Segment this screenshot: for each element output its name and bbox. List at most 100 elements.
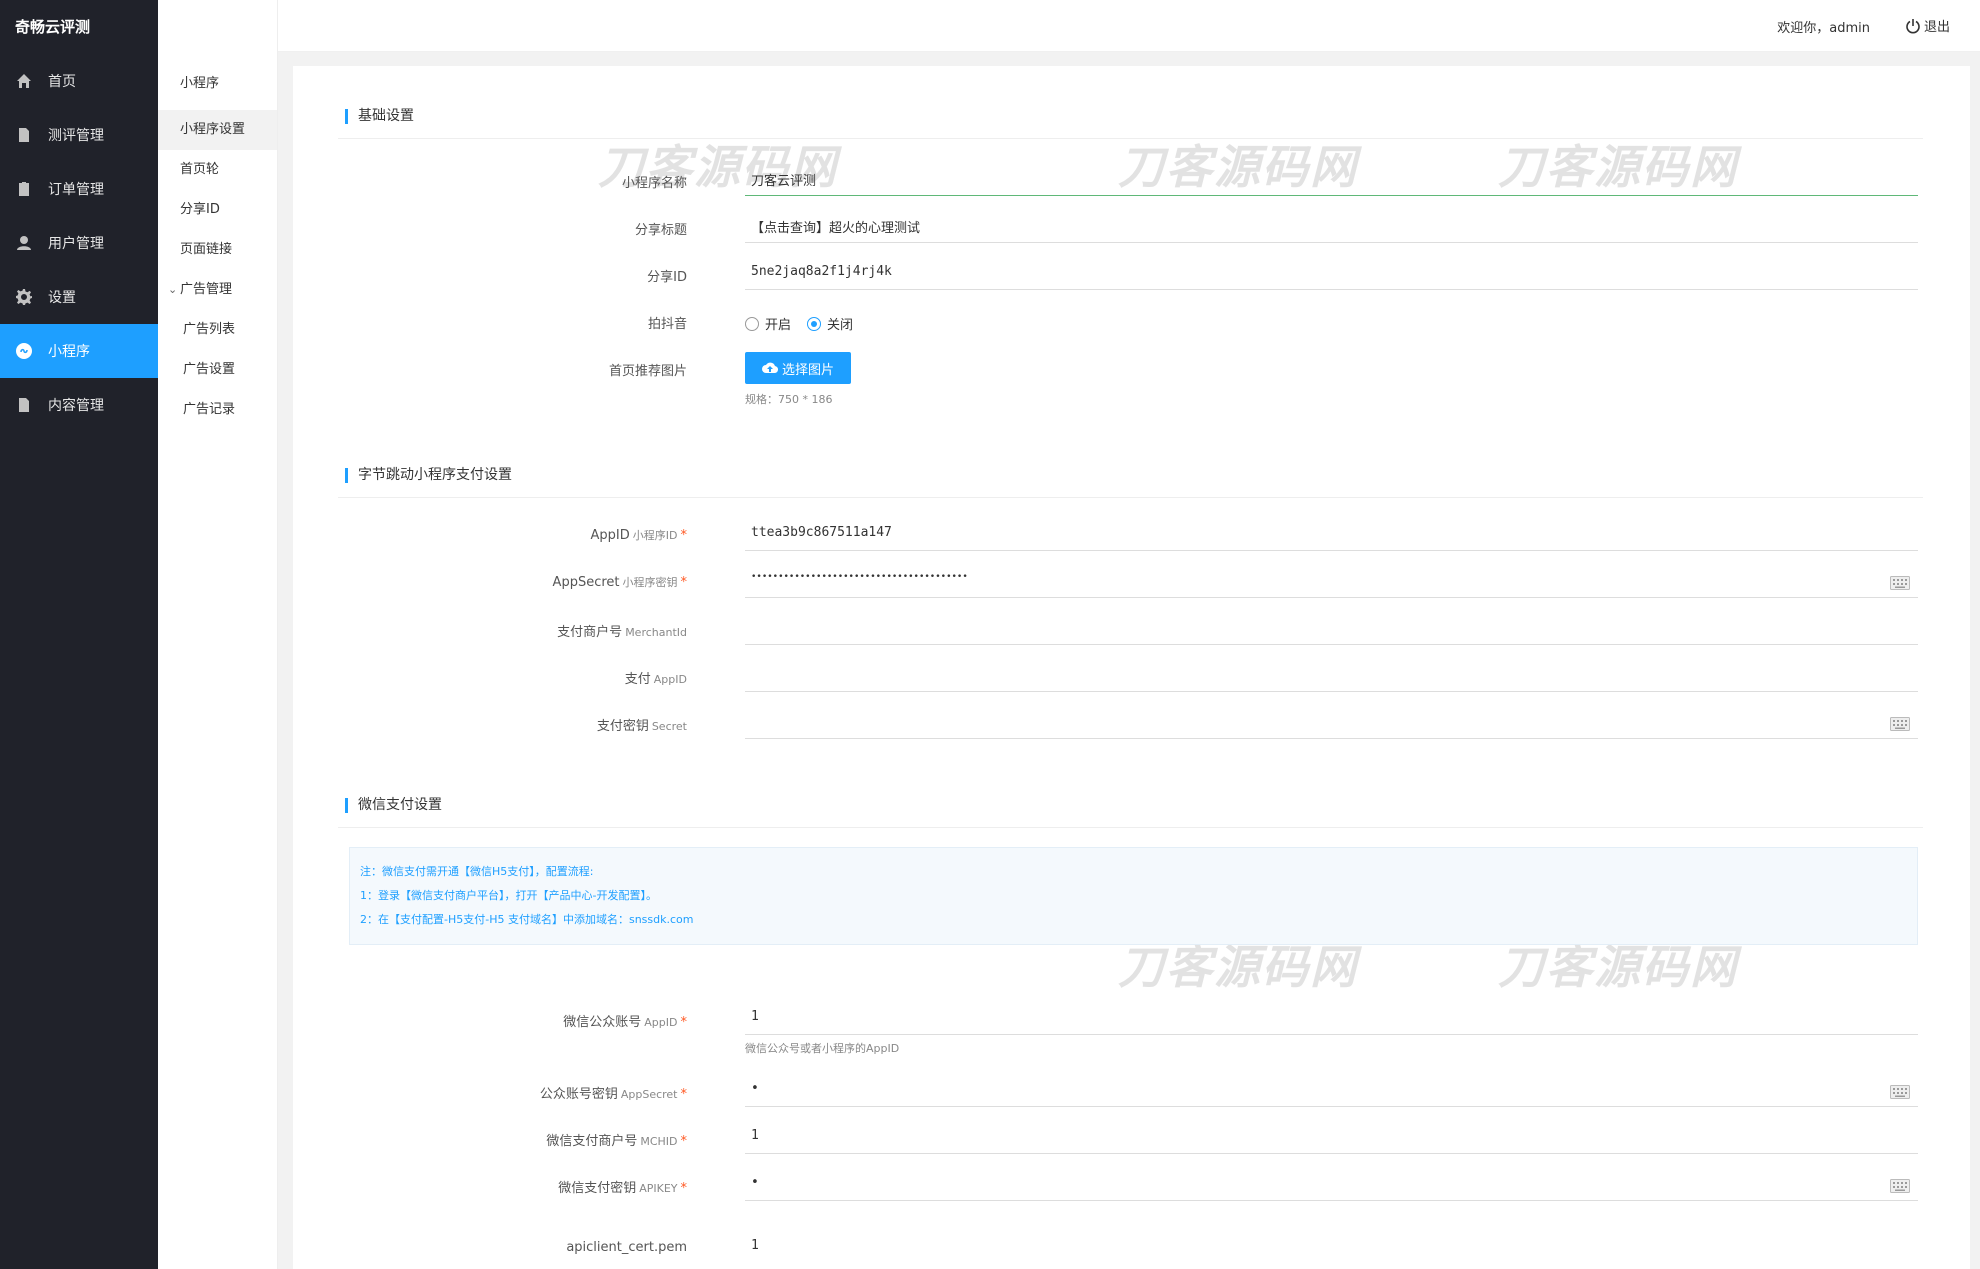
form-row-name: 小程序名称 刀客云评测 bbox=[293, 160, 1970, 200]
home-icon bbox=[16, 73, 32, 89]
divider bbox=[338, 138, 1923, 139]
field-label: 微信公众账号 AppID * bbox=[563, 1015, 687, 1030]
wx-appid-input[interactable]: 1 bbox=[745, 1003, 1918, 1035]
subnav-group-ads[interactable]: ⌄ 广告管理 bbox=[158, 270, 277, 310]
nav-item-users[interactable]: 用户管理 bbox=[0, 216, 158, 270]
subnav-item-miniprogram-settings[interactable]: 小程序设置 bbox=[158, 110, 277, 150]
form-row-image: 首页推荐图片 选择图片 bbox=[293, 352, 1970, 392]
field-label: 小程序名称 bbox=[621, 176, 687, 191]
field-label: 分享标题 bbox=[634, 223, 687, 238]
form-row-wx-appid: 微信公众账号 AppID * 1 bbox=[293, 999, 1970, 1039]
section-title-wechat: 微信支付设置 bbox=[345, 798, 442, 813]
nav-label: 小程序 bbox=[48, 344, 90, 360]
field-label: 公众账号密钥 AppSecret * bbox=[539, 1087, 687, 1102]
share-title-input[interactable]: 【点击查询】超火的心理测试 bbox=[745, 211, 1918, 243]
form-row-wx-apikey: 微信支付密钥 APIKEY * • bbox=[293, 1165, 1970, 1205]
section-title-basic: 基础设置 bbox=[345, 109, 414, 124]
top-header: 欢迎你，admin 退出 bbox=[158, 0, 1980, 52]
subnav-item-carousel[interactable]: 首页轮 bbox=[158, 150, 277, 190]
field-label: AppSecret 小程序密钥 * bbox=[552, 575, 687, 590]
radio-label: 开启 bbox=[765, 318, 792, 333]
divider bbox=[338, 497, 1923, 498]
notice-line: 注：微信支付需开通【微信H5支付】，配置流程: bbox=[360, 865, 594, 878]
field-label: 支付 AppID bbox=[624, 672, 687, 687]
form-row-douyin: 拍抖音 开启 关闭 bbox=[293, 301, 1970, 341]
keyboard-icon[interactable] bbox=[1890, 1179, 1910, 1193]
image-size-hint: 规格：750 * 186 bbox=[745, 393, 833, 406]
douyin-radio-group: 开启 关闭 bbox=[745, 314, 869, 333]
bd-secret-input[interactable]: •••••••••••••••••••••••••••••••••••••••• bbox=[745, 566, 1918, 598]
douyin-off-radio[interactable] bbox=[807, 316, 822, 331]
share-id-input[interactable]: 5ne2jaq8a2f1j4rj4k bbox=[745, 258, 1918, 290]
field-label: 拍抖音 bbox=[647, 317, 687, 332]
nav-item-settings[interactable]: 设置 bbox=[0, 270, 158, 324]
subnav-item-ad-list[interactable]: 广告列表 bbox=[158, 310, 277, 350]
wx-appid-hint: 微信公众号或者小程序的AppID bbox=[745, 1042, 900, 1055]
keyboard-icon[interactable] bbox=[1890, 576, 1910, 590]
cert-input[interactable]: 1 bbox=[745, 1232, 1918, 1264]
form-row-cert: apiclient_cert.pem 1 bbox=[293, 1228, 1970, 1268]
select-image-button[interactable]: 选择图片 bbox=[745, 352, 851, 384]
keyboard-icon[interactable] bbox=[1890, 1085, 1910, 1099]
cloud-upload-icon bbox=[761, 362, 778, 374]
form-row-bd-pay-appid: 支付 AppID bbox=[293, 656, 1970, 696]
field-label: AppID 小程序ID * bbox=[590, 528, 687, 543]
form-row-bd-merchant: 支付商户号 MerchantId bbox=[293, 609, 1970, 649]
user-icon bbox=[16, 235, 32, 251]
field-label: 分享ID bbox=[647, 270, 687, 285]
sub-sidebar: 小程序 小程序设置 首页轮 分享ID 页面链接 ⌄ 广告管理 广告列表 广告设置 … bbox=[158, 0, 278, 1269]
logout-button[interactable]: 退出 bbox=[1905, 16, 1950, 35]
subnav-group-label: 广告管理 bbox=[180, 282, 233, 297]
subnav-item-page-links[interactable]: 页面链接 bbox=[158, 230, 277, 270]
wx-mchid-input[interactable]: 1 bbox=[745, 1122, 1918, 1154]
bd-appid-input[interactable]: ttea3b9c867511a147 bbox=[745, 519, 1918, 551]
douyin-on-radio[interactable] bbox=[745, 316, 759, 331]
nav-item-evaluation[interactable]: 测评管理 bbox=[0, 108, 158, 162]
power-icon bbox=[1906, 18, 1920, 33]
wechat-notice-box: 注：微信支付需开通【微信H5支付】，配置流程: 1：登录【微信支付商户平台】，打… bbox=[349, 847, 1918, 945]
miniprogram-name-input[interactable]: 刀客云评测 bbox=[745, 164, 1918, 196]
form-row-wx-mchid: 微信支付商户号 MCHID * 1 bbox=[293, 1118, 1970, 1158]
wx-secret-input[interactable]: • bbox=[745, 1075, 1918, 1107]
main-sidebar: 奇畅云评测 首页 测评管理 订单管理 用户管理 设置 小程序 内容管理 bbox=[0, 0, 158, 1269]
keyboard-icon[interactable] bbox=[1890, 717, 1910, 731]
section-title-bytedance: 字节跳动小程序支付设置 bbox=[345, 468, 512, 483]
chevron-down-icon: ⌄ bbox=[168, 283, 178, 296]
settings-form-card: 刀客源码网 刀客源码网 刀客源码网 刀客源码网 刀客源码网 基础设置 小程序名称… bbox=[293, 66, 1970, 1269]
subnav-item-share-id[interactable]: 分享ID bbox=[158, 190, 277, 230]
nav-label: 首页 bbox=[48, 74, 76, 90]
nav-item-home[interactable]: 首页 bbox=[0, 54, 158, 108]
nav-label: 内容管理 bbox=[48, 398, 104, 414]
subnav-item-ad-settings[interactable]: 广告设置 bbox=[158, 350, 277, 390]
nav-item-miniprogram[interactable]: 小程序 bbox=[0, 324, 158, 378]
gear-icon bbox=[16, 289, 32, 305]
field-label: 首页推荐图片 bbox=[608, 364, 687, 379]
logout-label: 退出 bbox=[1923, 20, 1950, 35]
nav-item-content[interactable]: 内容管理 bbox=[0, 378, 158, 432]
notice-line: 2：在【支付配置-H5支付-H5 支付域名】中添加域名：snssdk.com bbox=[360, 913, 694, 926]
bd-pay-secret-input[interactable] bbox=[745, 707, 1918, 739]
divider bbox=[338, 827, 1923, 828]
bd-merchant-input[interactable] bbox=[745, 613, 1918, 645]
nav-item-orders[interactable]: 订单管理 bbox=[0, 162, 158, 216]
form-row-share-title: 分享标题 【点击查询】超火的心理测试 bbox=[293, 207, 1970, 247]
form-row-bd-secret: AppSecret 小程序密钥 * ••••••••••••••••••••••••… bbox=[293, 562, 1970, 602]
field-label: 微信支付密钥 APIKEY * bbox=[558, 1181, 687, 1196]
brand-logo: 奇畅云评测 bbox=[15, 18, 91, 36]
nav-label: 测评管理 bbox=[48, 128, 104, 144]
form-row-share-id: 分享ID 5ne2jaq8a2f1j4rj4k bbox=[293, 254, 1970, 294]
welcome-text: 欢迎你，admin bbox=[1777, 21, 1870, 36]
clipboard-icon bbox=[16, 181, 32, 197]
sub-sidebar-title: 小程序 bbox=[180, 76, 220, 91]
form-row-wx-secret: 公众账号密钥 AppSecret * • bbox=[293, 1071, 1970, 1111]
radio-label: 关闭 bbox=[827, 318, 854, 333]
wx-apikey-input[interactable]: • bbox=[745, 1169, 1918, 1201]
document-icon bbox=[16, 127, 32, 143]
nav-label: 设置 bbox=[48, 290, 76, 306]
notice-line: 1：登录【微信支付商户平台】，打开【产品中心-开发配置】。 bbox=[360, 889, 657, 902]
subnav-item-ad-records[interactable]: 广告记录 bbox=[158, 390, 277, 430]
select-image-label: 选择图片 bbox=[781, 362, 834, 378]
form-row-bd-pay-secret: 支付密钥 Secret bbox=[293, 703, 1970, 743]
bd-pay-appid-input[interactable] bbox=[745, 660, 1918, 692]
field-label: 微信支付商户号 MCHID * bbox=[546, 1134, 687, 1149]
